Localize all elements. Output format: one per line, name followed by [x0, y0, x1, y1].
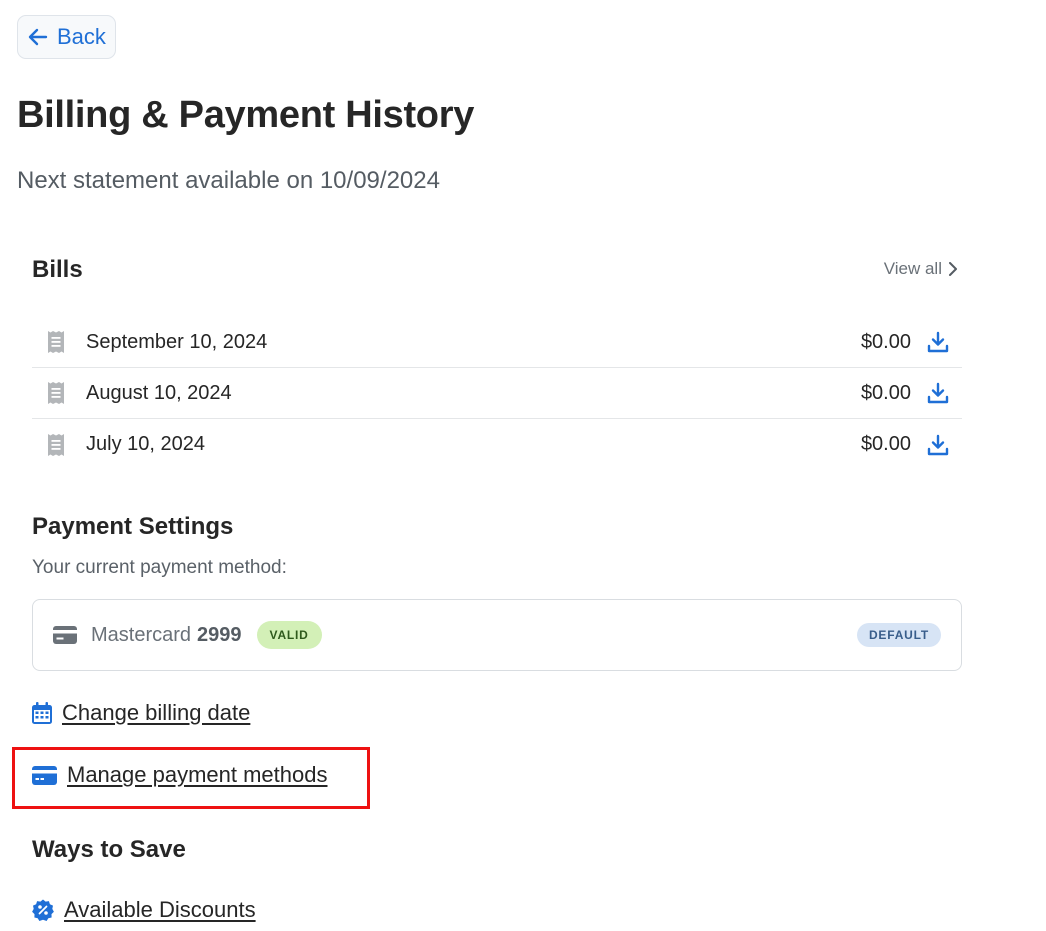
back-label: Back: [57, 24, 106, 49]
download-icon[interactable]: [927, 382, 949, 404]
credit-card-icon: [53, 626, 77, 644]
bill-amount: $0.00: [860, 381, 911, 404]
bill-date: September 10, 2024: [86, 330, 268, 353]
view-all-label: View all: [883, 259, 942, 278]
page-subtitle: Next statement available on 10/09/2024: [17, 167, 440, 194]
page-title: Billing & Payment History: [17, 94, 475, 136]
highlight-box: [12, 747, 370, 809]
receipt-icon: [48, 433, 64, 456]
arrow-left-icon: [28, 28, 48, 46]
bill-row: September 10, 2024 $0.00: [32, 317, 962, 368]
available-discounts-link[interactable]: Available Discounts: [32, 897, 256, 923]
calendar-icon: [32, 702, 52, 724]
receipt-icon: [48, 331, 64, 353]
receipt-icon: [48, 382, 64, 404]
card-last4: 2999: [197, 623, 242, 646]
bill-date: July 10, 2024: [86, 433, 205, 455]
bill-amount: $0.00: [860, 433, 911, 455]
ways-to-save-title: Ways to Save: [32, 836, 186, 863]
bill-row: August 10, 2024 $0.00: [32, 368, 962, 419]
bills-title: Bills: [32, 256, 83, 283]
back-button[interactable]: Back: [17, 15, 116, 59]
bills-section: Bills View all September 10, 2024 $0.00 …: [32, 256, 962, 471]
current-payment-card: Mastercard 2999 VALID DEFAULT: [32, 599, 962, 671]
current-payment-label: Your current payment method:: [32, 557, 287, 578]
download-icon[interactable]: [927, 434, 949, 456]
bill-amount: $0.00: [860, 330, 911, 353]
chevron-right-icon: [949, 262, 957, 276]
change-billing-date-link[interactable]: Change billing date: [32, 700, 250, 726]
available-discounts-label: Available Discounts: [64, 897, 256, 922]
download-icon[interactable]: [927, 331, 949, 353]
valid-badge: VALID: [256, 621, 322, 649]
change-billing-date-label: Change billing date: [62, 700, 251, 725]
bill-row: July 10, 2024 $0.00: [32, 419, 962, 470]
discount-badge-icon: [32, 899, 54, 921]
view-all-link[interactable]: View all: [884, 259, 958, 279]
bill-date: August 10, 2024: [86, 381, 232, 404]
payment-settings-section: Payment Settings Your current payment me…: [32, 513, 962, 673]
default-badge: DEFAULT: [856, 623, 941, 647]
card-brand: Mastercard: [91, 623, 192, 646]
payment-settings-title: Payment Settings: [32, 513, 234, 540]
